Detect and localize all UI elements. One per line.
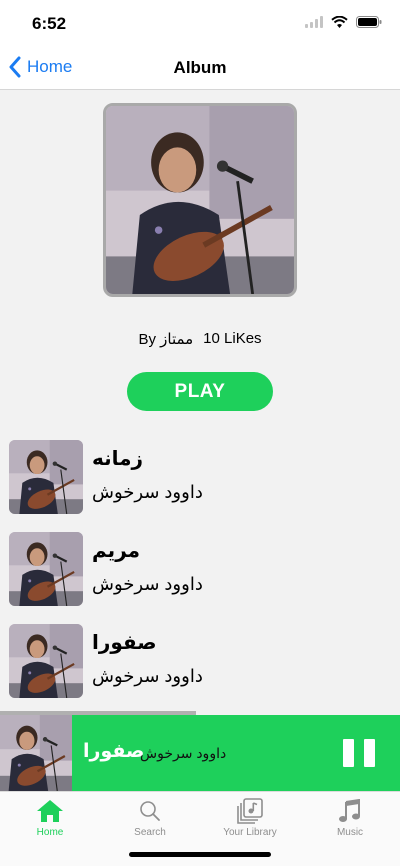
- tab-music[interactable]: Music: [300, 792, 400, 842]
- now-playing-title: صفورا: [83, 741, 145, 762]
- home-indicator: [129, 852, 271, 857]
- track-artist: داوود سرخوش: [92, 666, 203, 686]
- back-button[interactable]: Home: [8, 56, 72, 78]
- status-icons: [305, 16, 382, 28]
- wifi-icon: [331, 16, 348, 28]
- music-note-icon: [339, 799, 360, 822]
- album-artist: By ممتاز: [138, 331, 194, 348]
- likes-count: 10 LiKes: [203, 330, 262, 347]
- pause-icon: [343, 739, 354, 767]
- track-title: زمانه: [92, 448, 144, 470]
- album-cover: [103, 103, 297, 297]
- track-item[interactable]: مریم داوود سرخوش: [0, 530, 400, 616]
- search-icon: [140, 801, 160, 821]
- track-item[interactable]: زمانه داوود سرخوش: [0, 438, 400, 524]
- home-icon: [37, 800, 63, 822]
- pause-icon: [364, 739, 375, 767]
- tab-home[interactable]: Home: [0, 792, 100, 842]
- pause-button[interactable]: [343, 739, 375, 767]
- track-thumbnail: [9, 624, 83, 698]
- now-playing-thumbnail: [0, 715, 72, 791]
- track-artist: داوود سرخوش: [92, 574, 203, 594]
- track-thumbnail: [9, 532, 83, 606]
- battery-icon: [356, 16, 382, 28]
- track-thumbnail: [9, 440, 83, 514]
- tab-label: Home: [36, 827, 64, 838]
- tab-label: Your Library: [223, 827, 277, 838]
- tab-your-library[interactable]: Your Library: [200, 792, 300, 842]
- now-playing-bar[interactable]: صفورا داوود سرخوش: [0, 715, 400, 791]
- tab-label: Music: [336, 827, 364, 838]
- track-item[interactable]: صفورا داوود سرخوش: [0, 622, 400, 708]
- status-bar: 6:52: [0, 0, 400, 46]
- status-time: 6:52: [32, 14, 67, 33]
- album-meta: By ممتاز 10 LiKes: [0, 330, 400, 348]
- now-playing-artist: داوود سرخوش: [140, 745, 227, 761]
- back-label: Home: [27, 57, 73, 76]
- tab-search[interactable]: Search: [100, 792, 200, 842]
- track-title: مریم: [92, 540, 141, 562]
- track-artist: داوود سرخوش: [92, 482, 203, 502]
- library-icon: [237, 798, 263, 824]
- tab-label: Search: [134, 827, 166, 838]
- signal-icon: [305, 16, 323, 28]
- track-title: صفورا: [92, 632, 157, 654]
- navigation-bar: Home Album: [0, 46, 400, 90]
- chevron-left-icon: [9, 56, 21, 78]
- play-button[interactable]: PLAY: [127, 372, 273, 411]
